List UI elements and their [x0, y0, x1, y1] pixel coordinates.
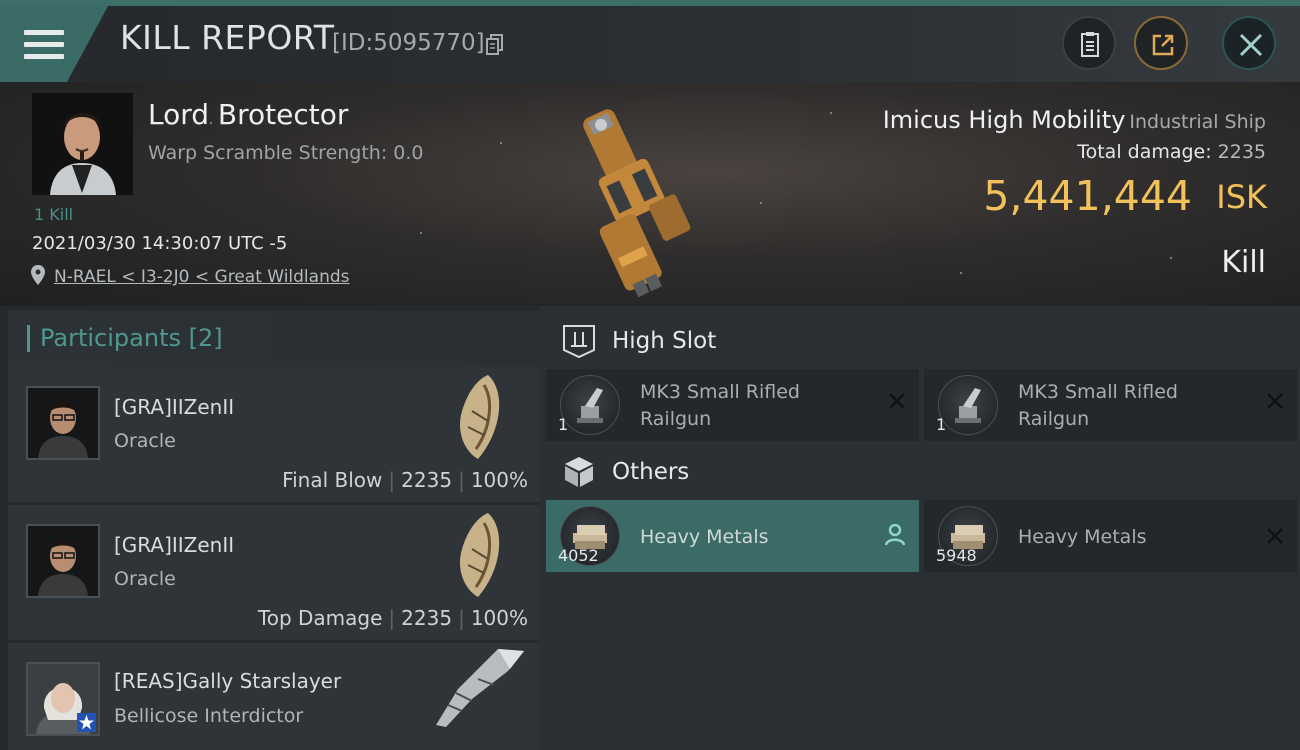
item-slot-selected[interactable]: 4052 Heavy Metals	[546, 500, 919, 572]
participant-ship: Oracle	[114, 568, 176, 590]
railgun-icon	[938, 375, 998, 435]
participant-stats: Top Damage | 2235 | 100%	[257, 606, 528, 630]
participants-count: [2]	[188, 324, 223, 352]
kill-timestamp: 2021/03/30 14:30:07 UTC -5	[32, 233, 288, 254]
participant-damage: 2235	[401, 468, 453, 492]
close-icon	[1239, 33, 1263, 57]
item-slot[interactable]: 5948 Heavy Metals	[924, 500, 1297, 572]
item-quantity: 4052	[558, 546, 599, 565]
item-name: Heavy Metals	[640, 526, 769, 548]
cargo-box-icon	[565, 457, 593, 487]
menu-icon	[24, 30, 64, 60]
participant-card[interactable]: [GRA]IIZenII Oracle Final Blow | 2235 | 100%	[8, 367, 540, 502]
location-pin-icon	[31, 265, 45, 285]
participant-tag: Final Blow	[282, 468, 383, 492]
participant-card[interactable]: [REAS]Gally Starslayer Bellicose Interdi…	[8, 643, 540, 750]
alliance-star-badge-icon	[77, 713, 96, 732]
share-button[interactable]	[1134, 16, 1188, 70]
high-slot-icon	[563, 325, 595, 358]
item-name: MK3 Small Rifled Railgun	[640, 379, 800, 433]
report-type: Kill	[1221, 245, 1266, 280]
victim-name[interactable]: Lord Brotector	[148, 98, 348, 131]
page-title: KILL REPORT	[120, 18, 335, 57]
participant-damage: 2235	[401, 606, 453, 630]
item-name: Heavy Metals	[1018, 526, 1147, 548]
railgun-icon	[560, 375, 620, 435]
participant-percent: 100%	[470, 606, 528, 630]
item-slot[interactable]: 1 MK3 Small Rifled Railgun	[924, 369, 1297, 441]
participant-ship: Oracle	[114, 430, 176, 452]
participant-ship-image[interactable]	[448, 371, 508, 463]
participants-header-accent	[27, 325, 30, 352]
copy-icon[interactable]	[486, 34, 504, 56]
participant-tag: Top Damage	[257, 606, 383, 630]
item-quantity: 1	[558, 415, 569, 434]
close-button[interactable]	[1222, 16, 1276, 70]
others-section-header: Others	[546, 441, 1300, 503]
participant-percent: 100%	[470, 468, 528, 492]
total-damage: Total damage: 2235	[1077, 141, 1266, 163]
total-damage-label: Total damage:	[1077, 141, 1212, 163]
participant-ship: Bellicose Interdictor	[114, 705, 304, 727]
victim-ship-name[interactable]: Imicus High Mobility Industrial Ship	[883, 106, 1266, 134]
dropped-person-icon	[885, 524, 905, 546]
item-quantity: 1	[936, 415, 947, 434]
ship-name-text: Imicus High Mobility	[882, 106, 1126, 134]
report-id: [ID:5095770]	[332, 30, 485, 56]
item-name-line1: MK3 Small Rifled	[640, 381, 800, 403]
participants-title: Participants [2]	[40, 324, 223, 352]
participant-name[interactable]: [GRA]IIZenII	[114, 533, 234, 557]
high-slot-section-header: High Slot	[546, 310, 1300, 372]
participant-name[interactable]: [GRA]IIZenII	[114, 395, 234, 419]
total-damage-value: 2235	[1217, 141, 1266, 163]
participant-name[interactable]: [REAS]Gally Starslayer	[114, 669, 341, 693]
item-name-line1: MK3 Small Rifled	[1018, 381, 1178, 403]
clipboard-icon	[1081, 32, 1099, 57]
warp-scramble-strength: Warp Scramble Strength: 0.0	[148, 142, 424, 164]
item-quantity: 5948	[936, 546, 977, 565]
item-name: MK3 Small Rifled Railgun	[1018, 379, 1178, 433]
destroyed-x-icon	[1267, 528, 1283, 544]
destroyed-x-icon	[889, 393, 905, 409]
participants-title-text: Participants	[40, 324, 181, 352]
others-label: Others	[612, 459, 690, 485]
victim-kill-count: 1 Kill	[34, 205, 74, 224]
participant-ship-image[interactable]	[448, 509, 508, 601]
kill-location-link[interactable]: N-RAEL < I3-2J0 < Great Wildlands	[54, 267, 350, 287]
victim-avatar[interactable]	[32, 93, 133, 195]
participant-avatar[interactable]	[26, 386, 100, 460]
participant-avatar[interactable]	[26, 662, 100, 736]
participant-ship-image[interactable]	[428, 645, 528, 729]
share-icon	[1152, 34, 1174, 56]
isk-value: 5,441,444	[983, 172, 1192, 220]
participant-avatar[interactable]	[26, 524, 100, 598]
item-name-line2: Railgun	[1018, 408, 1090, 430]
destroyed-x-icon	[1267, 393, 1283, 409]
item-slot[interactable]: 1 MK3 Small Rifled Railgun	[546, 369, 919, 441]
high-slot-label: High Slot	[612, 328, 717, 354]
participant-card[interactable]: [GRA]IIZenII Oracle Top Damage | 2235 | 100%	[8, 505, 540, 640]
isk-unit: ISK	[1216, 178, 1267, 216]
victim-ship-image[interactable]	[548, 94, 728, 300]
participant-stats: Final Blow | 2235 | 100%	[282, 468, 528, 492]
ship-class-text: Industrial Ship	[1129, 111, 1266, 133]
item-name-line2: Railgun	[640, 408, 712, 430]
clipboard-button[interactable]	[1062, 16, 1116, 70]
